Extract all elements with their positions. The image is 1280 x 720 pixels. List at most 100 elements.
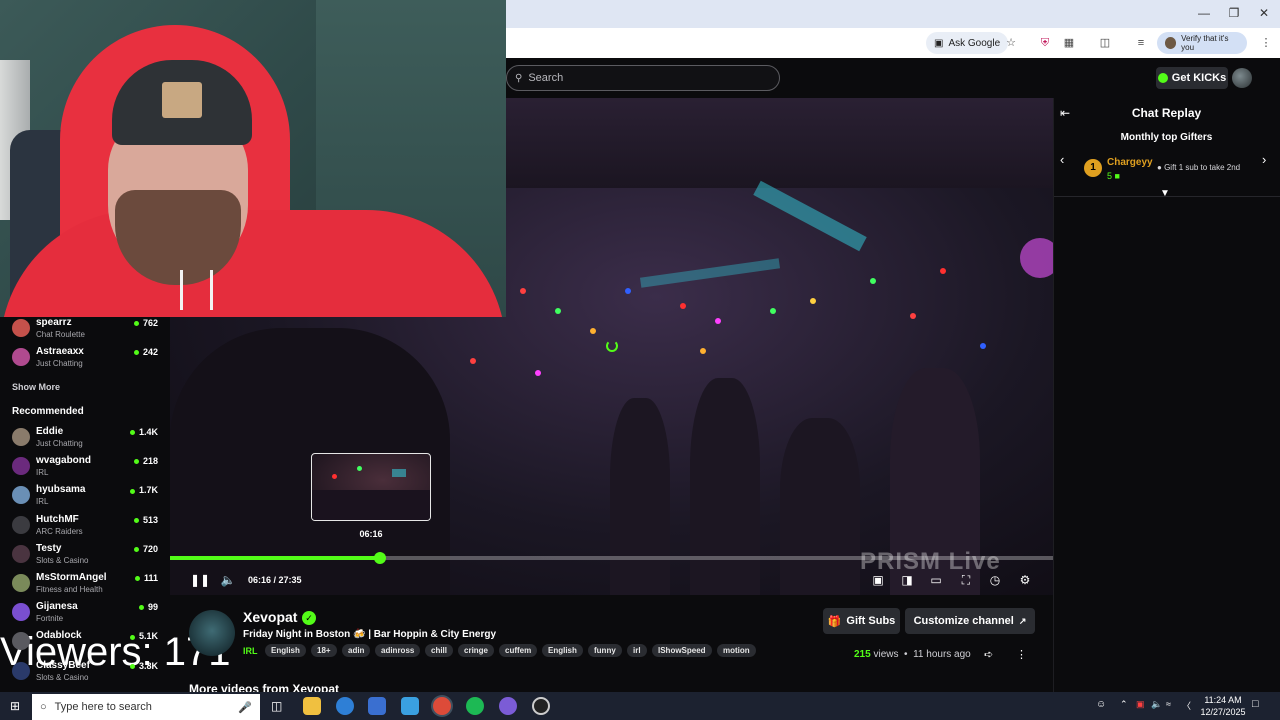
tag-chip[interactable]: English xyxy=(542,644,583,657)
verify-account-button[interactable]: Verify that it's you xyxy=(1157,32,1247,54)
clip-icon[interactable]: ◨ xyxy=(899,572,915,588)
theater-mode-icon[interactable]: ▭ xyxy=(928,572,944,588)
top-gifter-name[interactable]: Chargeyy xyxy=(1107,157,1153,168)
time-display: 06:16 / 27:35 xyxy=(248,575,302,585)
sidebar-channel-item[interactable]: Odablock 5.1K xyxy=(12,630,162,656)
channel-name[interactable]: Xevopat xyxy=(243,609,297,625)
obs-icon[interactable] xyxy=(532,697,550,715)
volume-icon[interactable]: 🔈 xyxy=(220,572,236,588)
chrome-icon[interactable] xyxy=(433,697,451,715)
language-icon[interactable]: 〈 xyxy=(1182,699,1191,712)
search-input[interactable]: ⚲ Search xyxy=(506,65,780,91)
tray-chevron-icon[interactable]: ⌃ xyxy=(1120,699,1128,710)
gift-subs-button[interactable]: 🎁 Gift Subs xyxy=(823,608,900,634)
sidebar-channel-item[interactable]: ClassyBeef Slots & Casino 3.8K xyxy=(12,660,162,686)
tag-chip[interactable]: irl xyxy=(627,644,647,657)
chevron-right-icon[interactable]: › xyxy=(1262,152,1266,167)
more-menu-icon[interactable]: ⋮ xyxy=(1259,36,1273,50)
channel-name: hyubsama xyxy=(36,484,86,496)
more-options-icon[interactable]: ⋮ xyxy=(1016,648,1027,661)
edge-icon[interactable] xyxy=(336,697,354,715)
restore-icon[interactable]: ❐ xyxy=(1224,6,1244,20)
sidebar-channel-item[interactable]: hyubsama IRL 1.7K xyxy=(12,484,162,510)
chevron-left-icon[interactable]: ‹ xyxy=(1060,152,1064,167)
string-light xyxy=(770,308,776,314)
extensions-puzzle-icon[interactable]: ▦ xyxy=(1062,36,1076,50)
taskbar-clock[interactable]: 11:24 AM 12/27/2025 xyxy=(1196,694,1250,718)
sidebar-channel-item[interactable]: spearrz Chat Roulette 762 xyxy=(12,317,162,343)
obs-discord-icon[interactable] xyxy=(499,697,517,715)
profile-avatar-icon xyxy=(1165,37,1177,49)
close-icon[interactable]: ✕ xyxy=(1254,6,1274,20)
sidebar-channel-item[interactable]: wvagabond IRL 218 xyxy=(12,455,162,481)
minimize-icon[interactable]: — xyxy=(1194,6,1214,20)
share-icon[interactable]: ➪ xyxy=(984,648,993,661)
gift-icon: 🎁 xyxy=(827,615,842,628)
tray-app-icon[interactable]: ▣ xyxy=(1136,699,1145,710)
sidebar-channel-item[interactable]: Gijanesa Fortnite 99 xyxy=(12,601,162,627)
get-kicks-button[interactable]: Get KICKs xyxy=(1156,67,1228,89)
viewer-count: 513 xyxy=(134,515,158,525)
string-light xyxy=(715,318,721,324)
reading-list-icon[interactable]: ≡ xyxy=(1134,36,1148,50)
neon-light xyxy=(1020,238,1053,278)
tag-chip[interactable]: cuffem xyxy=(499,644,538,657)
wifi-icon[interactable]: ≈ xyxy=(1166,699,1171,709)
tab-search-icon[interactable]: ◫ xyxy=(1098,36,1112,50)
sidebar-channel-item[interactable]: Astraeaxx Just Chatting 242 xyxy=(12,346,162,372)
sidebar-channel-item[interactable]: Testy Slots & Casino 720 xyxy=(12,543,162,569)
file-explorer-icon[interactable] xyxy=(303,697,321,715)
string-light xyxy=(470,358,476,364)
taskbar-search-input[interactable]: ○ Type here to search 🎤 xyxy=(32,694,260,720)
tag-chip[interactable]: 18+ xyxy=(311,644,337,657)
bookmark-star-icon[interactable]: ☆ xyxy=(1004,36,1018,50)
chat-divider xyxy=(1054,196,1280,197)
store-icon[interactable] xyxy=(368,697,386,715)
tag-chip[interactable]: motion xyxy=(717,644,756,657)
mail-icon[interactable] xyxy=(401,697,419,715)
viewer-count: 1.7K xyxy=(130,485,158,495)
task-view-icon[interactable]: ◫ xyxy=(271,699,282,713)
expand-gifters-icon[interactable]: ▼ xyxy=(1160,188,1170,199)
show-more-button[interactable]: Show More xyxy=(12,382,60,392)
speaker-icon[interactable]: 🔈 xyxy=(1151,699,1162,710)
pause-icon[interactable]: ❚❚ xyxy=(190,572,210,588)
sidebar-channel-item[interactable]: HutchMF ARC Raiders 513 xyxy=(12,514,162,540)
loading-spinner-icon xyxy=(606,340,618,352)
category-link[interactable]: IRL xyxy=(243,646,258,656)
extension-shield-icon[interactable]: ⛨ xyxy=(1038,36,1052,50)
customize-channel-button[interactable]: Customize channel ↗ xyxy=(905,608,1035,634)
gift-hint[interactable]: ● Gift 1 sub to take 2nd xyxy=(1157,163,1240,172)
progress-knob[interactable] xyxy=(374,552,386,564)
tag-chip[interactable]: funny xyxy=(588,644,622,657)
channel-category: IRL xyxy=(36,497,49,507)
windows-start-icon[interactable]: ⊞ xyxy=(10,699,20,713)
tag-chip[interactable]: chill xyxy=(425,644,454,657)
channel-avatar xyxy=(12,457,30,476)
tag-chip[interactable]: English xyxy=(265,644,306,657)
ask-google-button[interactable]: ▣ Ask Google xyxy=(926,32,1009,54)
seek-preview-time: 06:16 xyxy=(359,529,383,539)
notification-icon[interactable]: □ xyxy=(1252,698,1259,710)
tag-chip[interactable]: cringe xyxy=(458,644,495,657)
settings-gear-icon[interactable]: ⚙ xyxy=(1017,572,1033,588)
tag-chip[interactable]: IShowSpeed xyxy=(652,644,712,657)
tag-chip[interactable]: adin xyxy=(342,644,371,657)
fullscreen-icon[interactable]: ⛶ xyxy=(958,572,974,588)
sidebar-channel-item[interactable]: Eddie Just Chatting 1.4K xyxy=(12,426,162,452)
channel-avatar[interactable] xyxy=(189,610,235,656)
channel-avatar xyxy=(12,319,30,337)
playback-speed-icon[interactable]: ◷ xyxy=(987,572,1003,588)
webcam-overlay xyxy=(0,0,506,317)
spotify-icon[interactable] xyxy=(466,697,484,715)
channel-category: Fitness and Health xyxy=(36,585,103,594)
progress-bar[interactable] xyxy=(170,552,1053,564)
miniplayer-icon[interactable]: ▣ xyxy=(870,572,886,588)
string-light xyxy=(910,313,916,319)
gifter-rank-badge: 1 xyxy=(1084,159,1102,177)
sidebar-channel-item[interactable]: MsStormAngel Fitness and Health 111 xyxy=(12,572,162,598)
crowd-person xyxy=(690,378,760,595)
user-avatar[interactable] xyxy=(1232,68,1252,88)
tag-chip[interactable]: adinross xyxy=(375,644,421,657)
people-icon[interactable]: ☺ xyxy=(1096,699,1106,710)
